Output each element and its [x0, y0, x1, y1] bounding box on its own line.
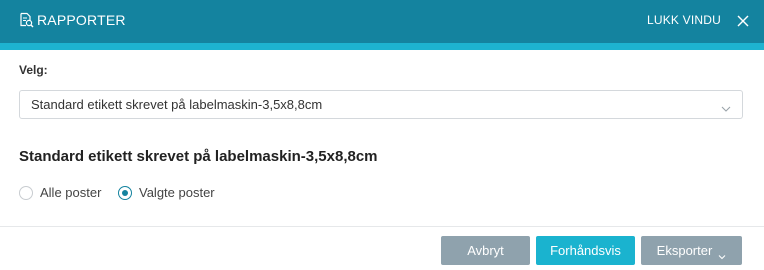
radio-selected-records[interactable] — [118, 185, 132, 200]
radio-option-all-records[interactable]: Alle poster — [19, 185, 101, 200]
footer-divider — [0, 226, 764, 227]
radio-option-selected-records[interactable]: Valgte poster — [118, 185, 215, 200]
cancel-button[interactable]: Avbryt — [441, 236, 530, 265]
dialog-title: RAPPORTER — [18, 12, 126, 28]
report-search-icon — [18, 12, 34, 28]
preview-button-label: Forhåndsvis — [550, 243, 621, 258]
report-select-value: Standard etikett skrevet på labelmaskin-… — [31, 97, 323, 112]
header-accent-bar — [0, 43, 764, 50]
preview-button[interactable]: Forhåndsvis — [536, 236, 635, 265]
cancel-button-label: Avbryt — [467, 243, 504, 258]
close-window-button[interactable]: LUKK VINDU — [647, 13, 749, 27]
dialog-title-text: RAPPORTER — [37, 12, 126, 28]
radio-selected-records-label: Valgte poster — [139, 185, 215, 200]
dialog-header: RAPPORTER LUKK VINDU — [0, 0, 764, 43]
report-title: Standard etikett skrevet på labelmaskin-… — [19, 148, 378, 165]
report-select[interactable]: Standard etikett skrevet på labelmaskin-… — [19, 90, 743, 119]
chevron-down-icon — [721, 100, 731, 112]
radio-all-records-label: Alle poster — [40, 185, 102, 200]
close-icon[interactable] — [737, 14, 749, 27]
select-label: Velg: — [19, 63, 48, 77]
export-button-label: Eksporter — [656, 243, 713, 258]
export-dropdown-button[interactable]: Eksporter — [641, 236, 742, 265]
radio-all-records[interactable] — [19, 185, 33, 200]
close-window-label: LUKK VINDU — [646, 13, 721, 27]
chevron-down-icon — [718, 248, 726, 259]
